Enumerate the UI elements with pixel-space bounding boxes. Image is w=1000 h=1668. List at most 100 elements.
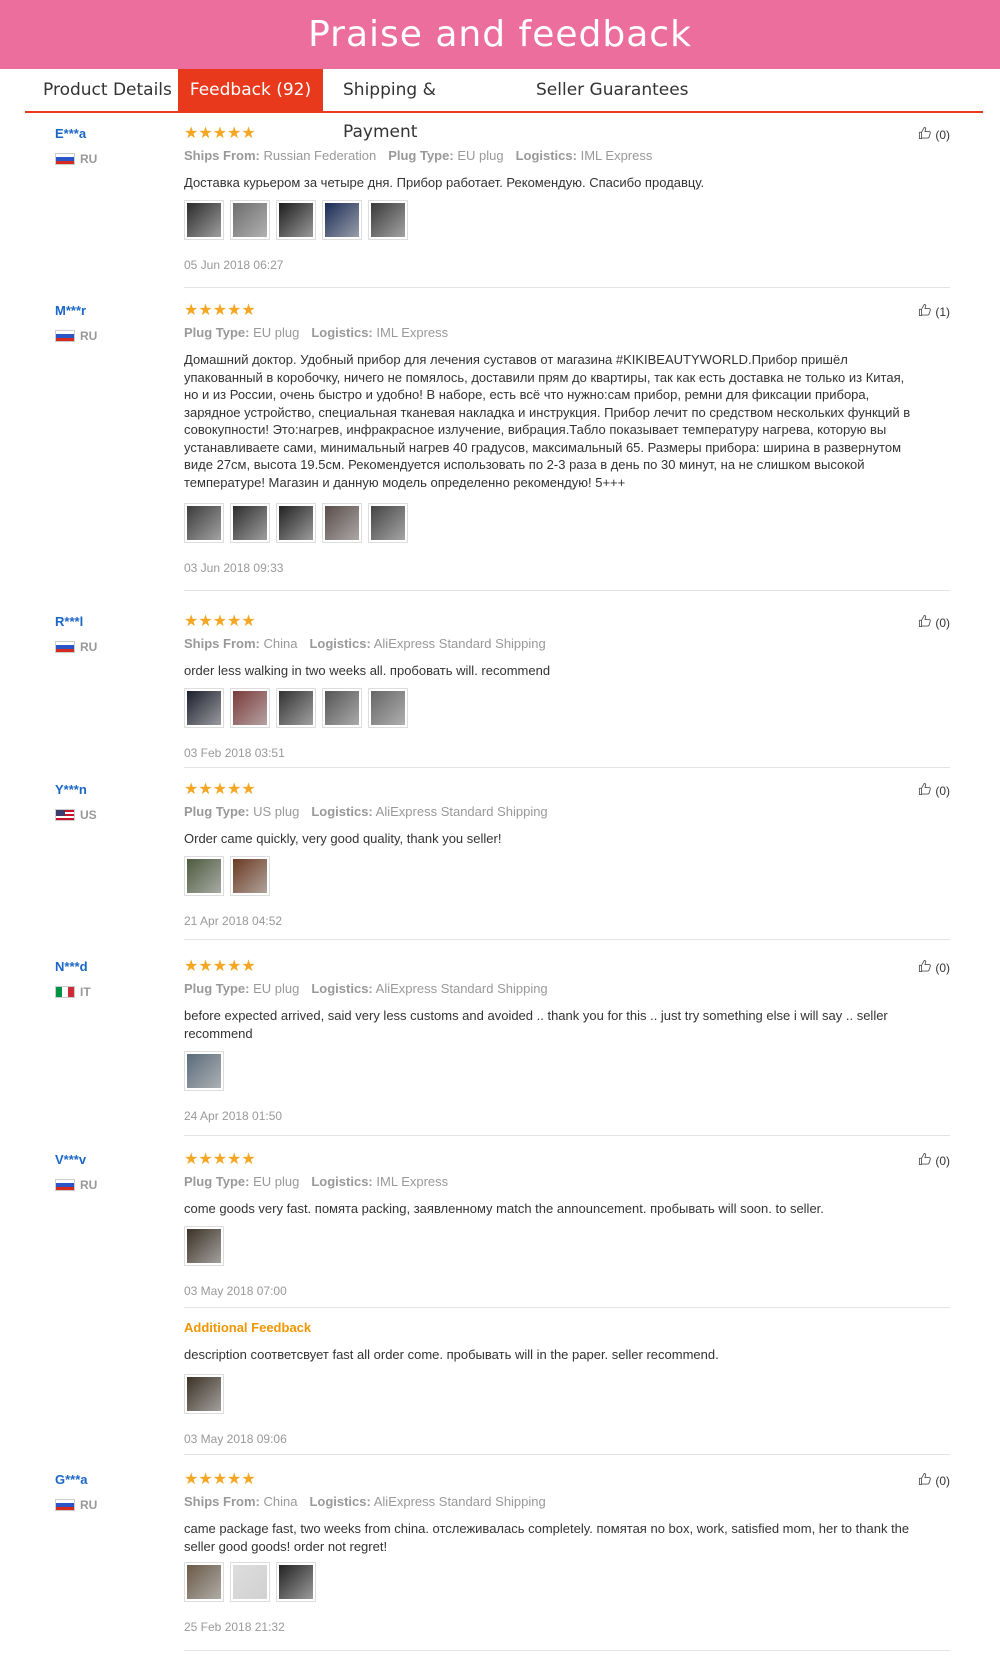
review-photo-thumbnail[interactable]	[230, 1562, 270, 1602]
review-photo-thumbnail[interactable]	[276, 200, 316, 240]
meta-value: AliExpress Standard Shipping	[373, 636, 546, 651]
review-photos	[184, 688, 408, 728]
meta-value: China	[263, 636, 298, 651]
helpful-button[interactable]: (0)	[918, 614, 950, 631]
helpful-count: (0)	[935, 1153, 950, 1168]
banner-title: Praise and feedback	[308, 14, 692, 55]
flag-ru-icon	[55, 1499, 75, 1511]
meta-key: Logistics:	[309, 1494, 371, 1509]
review-photo-thumbnail[interactable]	[230, 688, 270, 728]
helpful-button[interactable]: (1)	[918, 303, 950, 320]
review-photo-thumbnail[interactable]	[276, 1562, 316, 1602]
country-code: RU	[80, 1178, 98, 1192]
flag-ru-icon	[55, 153, 75, 165]
tab-product-details[interactable]: Product Details	[43, 69, 173, 111]
meta-key: Logistics:	[515, 148, 577, 163]
flag-it-icon	[55, 986, 75, 998]
helpful-count: (0)	[935, 1473, 950, 1488]
review-item: N***d IT ★★★★★ Plug Type: EU plug Logisti…	[55, 959, 950, 1135]
review-divider	[184, 939, 950, 940]
review-meta: Plug Type: US plug Logistics: AliExpress …	[184, 804, 548, 819]
thumbs-up-icon	[918, 782, 935, 799]
helpful-button[interactable]: (0)	[918, 1152, 950, 1169]
review-photo-thumbnail[interactable]	[322, 688, 362, 728]
review-photo-thumbnail[interactable]	[230, 856, 270, 896]
meta-key: Ships From:	[184, 1494, 260, 1509]
review-photo-thumbnail[interactable]	[322, 200, 362, 240]
review-photo-thumbnail[interactable]	[276, 688, 316, 728]
flag-ru-icon	[55, 641, 75, 653]
review-photo-thumbnail[interactable]	[184, 1562, 224, 1602]
review-text: come goods very fast. помята packing, за…	[184, 1201, 824, 1216]
meta-value: AliExpress Standard Shipping	[375, 981, 548, 996]
review-photo-thumbnail[interactable]	[184, 1226, 224, 1266]
review-divider	[184, 287, 950, 288]
meta-key: Plug Type:	[184, 325, 250, 340]
country-code: RU	[80, 152, 98, 166]
helpful-button[interactable]: (0)	[918, 1472, 950, 1489]
review-photo-thumbnail[interactable]	[184, 503, 224, 543]
review-text: Доставка курьером за четыре дня. Прибор …	[184, 175, 705, 190]
country-code: RU	[80, 640, 98, 654]
additional-feedback-text: description соответсвует fast all order …	[184, 1347, 719, 1362]
review-meta: Ships From: China Logistics: AliExpress S…	[184, 636, 546, 651]
meta-value: Russian Federation	[263, 148, 377, 163]
review-photos	[184, 200, 408, 240]
meta-key: Logistics:	[309, 636, 371, 651]
reviewer-country: RU	[55, 1178, 97, 1192]
review-meta: Plug Type: EU plug Logistics: IML Express	[184, 325, 448, 340]
country-code: IT	[80, 985, 91, 999]
review-photo-thumbnail[interactable]	[230, 503, 270, 543]
star-rating: ★★★★★	[184, 1151, 256, 1168]
review-photo-thumbnail[interactable]	[368, 503, 408, 543]
review-photo-thumbnail[interactable]	[368, 688, 408, 728]
review-meta: Plug Type: EU plug Logistics: AliExpress …	[184, 981, 548, 996]
meta-value: EU plug	[253, 1174, 300, 1189]
tab-shipping-payment[interactable]: Shipping & Payment	[343, 69, 513, 142]
review-photo-thumbnail[interactable]	[184, 1051, 224, 1091]
meta-value: China	[263, 1494, 298, 1509]
review-text: before expected arrived, said very less …	[184, 1008, 888, 1041]
review-photo-thumbnail[interactable]	[230, 200, 270, 240]
meta-key: Plug Type:	[184, 1174, 250, 1189]
meta-value: AliExpress Standard Shipping	[373, 1494, 546, 1509]
reviewer-country: RU	[55, 640, 97, 654]
star-rating: ★★★★★	[184, 302, 256, 319]
reviewer-country: US	[55, 808, 97, 822]
review-date: 25 Feb 2018 21:32	[184, 1620, 285, 1634]
helpful-count: (0)	[935, 783, 950, 798]
review-date: 03 May 2018 07:00	[184, 1284, 287, 1298]
review-photo-thumbnail[interactable]	[184, 1374, 224, 1414]
reviewer-name: M***r	[55, 303, 87, 318]
review-date: 03 Jun 2018 09:33	[184, 561, 284, 575]
review-photo-thumbnail[interactable]	[184, 856, 224, 896]
review-meta: Ships From: China Logistics: AliExpress S…	[184, 1494, 546, 1509]
meta-key: Logistics:	[311, 804, 373, 819]
review-item: V***v RU ★★★★★ Plug Type: EU plug Logisti…	[55, 1152, 950, 1454]
review-date: 03 Feb 2018 03:51	[184, 746, 285, 760]
review-text: Домашний доктор. Удобный прибор для лече…	[184, 352, 911, 490]
meta-value: IML Express	[376, 1174, 449, 1189]
review-photo-thumbnail[interactable]	[322, 503, 362, 543]
review-text: came package fast, two weeks from china.…	[184, 1521, 910, 1554]
helpful-button[interactable]: (0)	[918, 959, 950, 976]
reviewer-country: RU	[55, 1498, 97, 1512]
review-item: R***l RU ★★★★★ Ships From: China Logistic…	[55, 614, 950, 767]
review-photos	[184, 503, 408, 543]
review-photo-thumbnail[interactable]	[184, 200, 224, 240]
meta-value: EU plug	[457, 148, 504, 163]
review-photos	[184, 856, 270, 896]
header-banner: Praise and feedback	[0, 0, 1000, 69]
review-photo-thumbnail[interactable]	[368, 200, 408, 240]
review-item: Y***n US ★★★★★ Plug Type: US plug Logisti…	[55, 782, 950, 939]
tab-seller-guarantees[interactable]: Seller Guarantees	[536, 69, 706, 111]
thumbs-up-icon	[918, 1472, 935, 1489]
review-divider	[184, 1650, 950, 1651]
tab-feedback[interactable]: Feedback (92)	[178, 69, 323, 111]
helpful-button[interactable]: (0)	[918, 782, 950, 799]
review-photo-thumbnail[interactable]	[276, 503, 316, 543]
flag-ru-icon	[55, 330, 75, 342]
divider	[184, 1307, 950, 1308]
helpful-button[interactable]: (0)	[918, 126, 950, 143]
review-photo-thumbnail[interactable]	[184, 688, 224, 728]
